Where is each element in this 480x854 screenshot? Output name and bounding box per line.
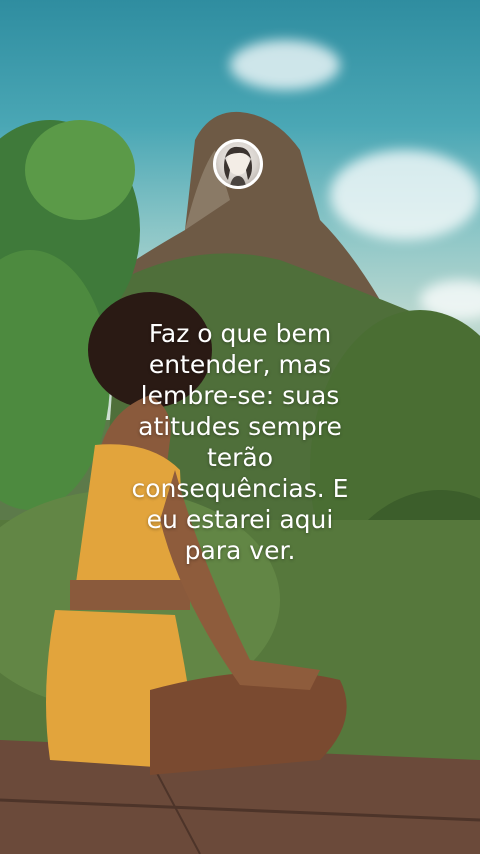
quote-line: entender, mas	[148, 350, 332, 379]
quote-line: atitudes sempre	[138, 412, 342, 441]
tree-left-canopy	[25, 120, 135, 220]
woman-waist	[70, 580, 190, 610]
quote-line: consequências. E	[131, 474, 349, 503]
woman-legs	[150, 672, 347, 775]
profile-avatar[interactable]	[213, 139, 263, 189]
quote-text: Faz o que bem entender, mas lembre-se: s…	[100, 318, 380, 566]
quote-line: Faz o que bem	[148, 319, 332, 348]
quote-line: lembre-se: suas	[140, 381, 340, 410]
quote-line: eu estarei aqui	[146, 505, 334, 534]
story-screen: Faz o que bem entender, mas lembre-se: s…	[0, 0, 480, 854]
profile-avatar-icon	[224, 146, 252, 186]
quote-line: para ver.	[184, 536, 296, 565]
quote-line: terão	[206, 443, 274, 472]
